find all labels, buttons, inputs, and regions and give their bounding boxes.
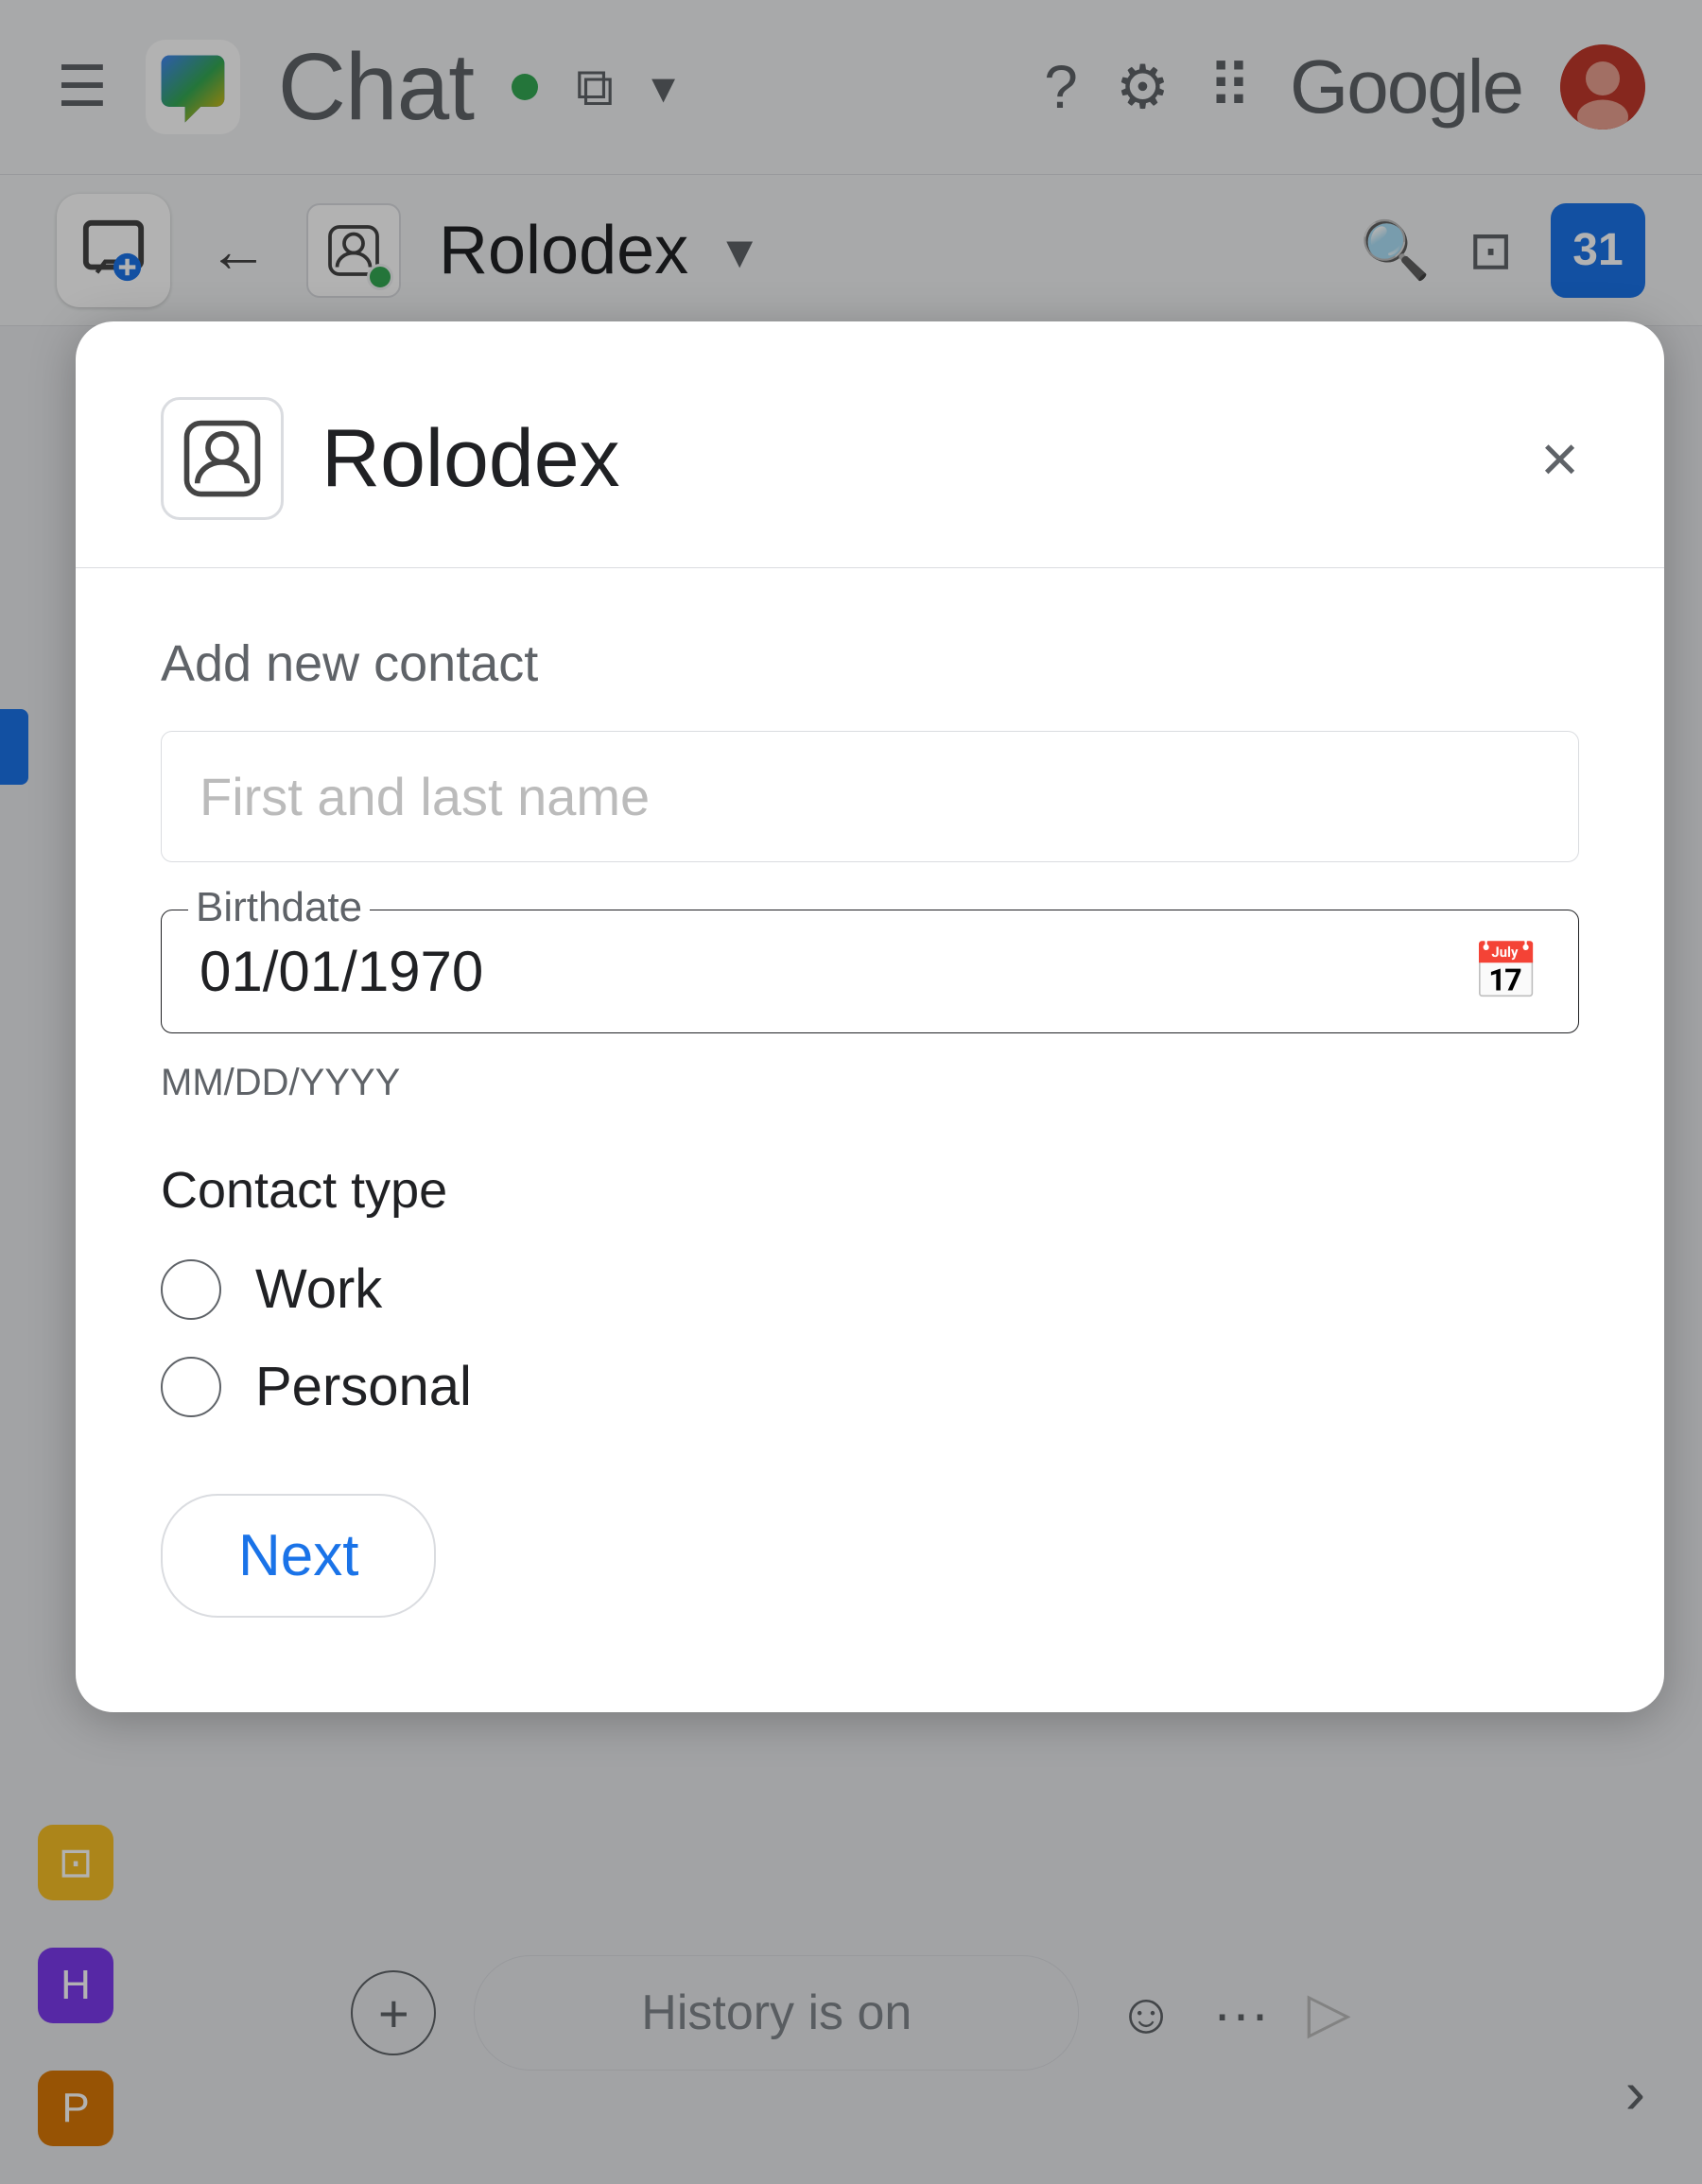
contact-type-label: Contact type (161, 1161, 1579, 1220)
birthdate-label: Birthdate (188, 884, 370, 931)
radio-work-label: Work (255, 1257, 382, 1321)
modal-bot-icon (161, 397, 284, 520)
modal-header: Rolodex × (161, 397, 1579, 520)
modal-divider (76, 567, 1664, 568)
radio-work-circle[interactable] (161, 1259, 221, 1320)
radio-personal[interactable]: Personal (161, 1355, 1579, 1418)
close-icon[interactable]: × (1540, 425, 1579, 492)
radio-personal-circle[interactable] (161, 1357, 221, 1417)
calendar-picker-icon[interactable]: 📅 (1472, 940, 1540, 1004)
next-button[interactable]: Next (161, 1494, 436, 1618)
rolodex-modal: Rolodex × Add new contact Birthdate 01/0… (76, 321, 1664, 1712)
name-input[interactable] (200, 766, 1540, 827)
section-label: Add new contact (161, 634, 1579, 693)
radio-work[interactable]: Work (161, 1257, 1579, 1321)
birthdate-value: 01/01/1970 (200, 939, 483, 1004)
name-input-wrap[interactable] (161, 731, 1579, 862)
date-format-hint: MM/DD/YYYY (161, 1062, 1579, 1104)
birthdate-input-wrap[interactable]: Birthdate 01/01/1970 📅 (161, 910, 1579, 1033)
radio-group: Work Personal (161, 1257, 1579, 1418)
modal-title: Rolodex (321, 412, 1502, 506)
radio-personal-label: Personal (255, 1355, 472, 1418)
